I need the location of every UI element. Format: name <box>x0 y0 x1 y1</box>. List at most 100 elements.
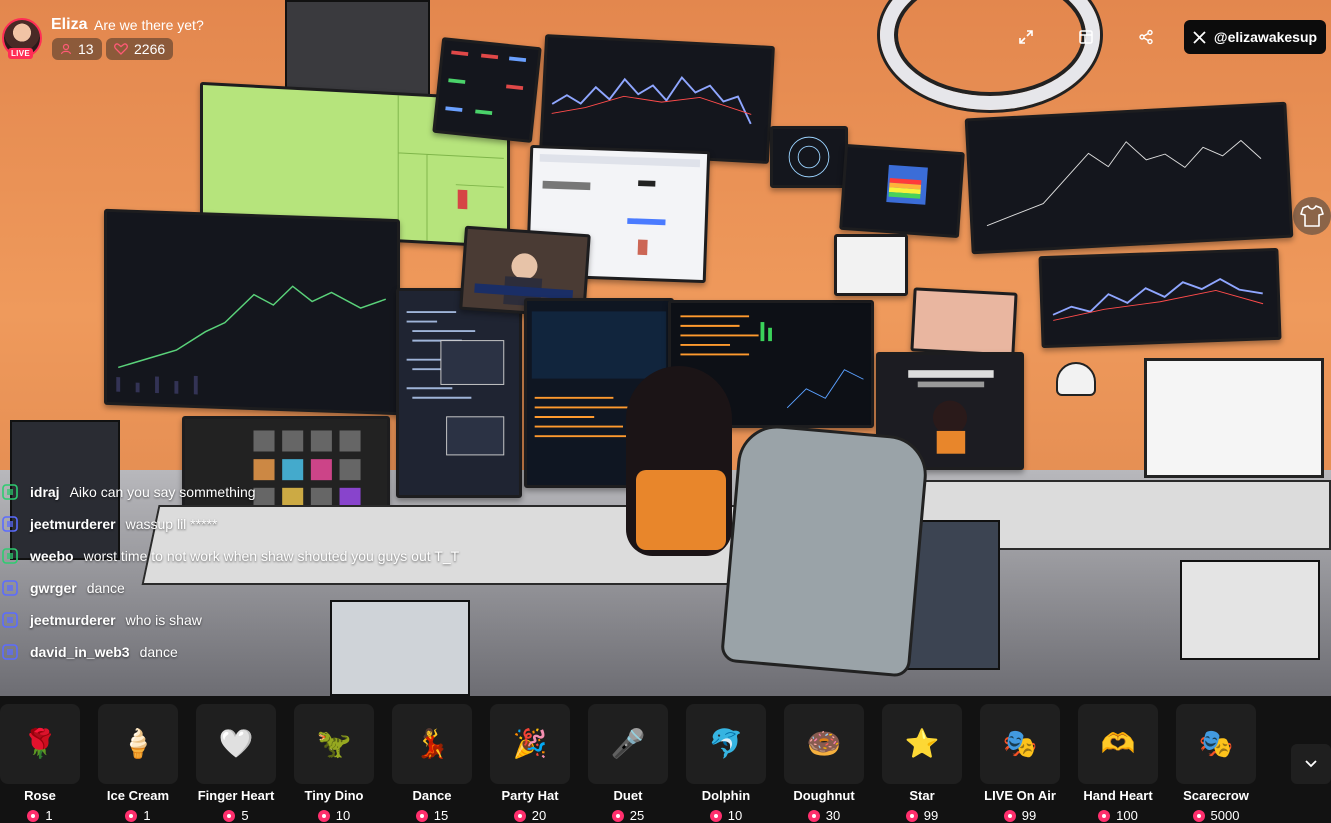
coin-icon <box>415 809 428 822</box>
heart-icon <box>114 43 128 55</box>
like-count: 2266 <box>106 38 174 60</box>
chat-avatar-icon[interactable] <box>0 482 20 502</box>
gift-price: 5000 <box>1166 808 1266 823</box>
gift-icon[interactable]: 🌹 <box>0 704 80 784</box>
chat-username[interactable]: idraj <box>30 484 60 500</box>
person-icon <box>60 43 72 55</box>
stream-title: Are we there yet? <box>94 17 204 33</box>
sketch-monitor <box>834 234 908 296</box>
anime-poster <box>910 287 1018 357</box>
chat-username[interactable]: david_in_web3 <box>30 644 130 660</box>
ticker-monitor <box>432 37 542 143</box>
gift-icon[interactable]: 🎉 <box>490 704 570 784</box>
gift-name: Dance <box>412 788 452 803</box>
gift-price-value: 10 <box>335 808 351 823</box>
gift-name: Tiny Dino <box>304 788 364 803</box>
gift-item[interactable]: 🍩 Doughnut 30 <box>784 704 864 823</box>
share-icon <box>1139 29 1153 45</box>
coin-icon <box>1003 809 1016 822</box>
x-logo-icon <box>1193 30 1206 44</box>
office-chair <box>719 422 931 678</box>
chat-username[interactable]: weebo <box>30 548 74 564</box>
gift-price: 100 <box>1068 808 1168 823</box>
gift-price-value: 100 <box>1116 808 1138 823</box>
gift-price: 99 <box>872 808 972 823</box>
gift-price-value: 1 <box>45 808 53 823</box>
chat-text: wassup lil ***** <box>125 516 218 532</box>
gift-name: LIVE On Air <box>984 788 1056 803</box>
x-profile-button[interactable]: @elizawakesup <box>1184 20 1326 54</box>
gift-icon[interactable]: 🎭 <box>1176 704 1256 784</box>
gift-item[interactable]: ⭐ Star 99 <box>882 704 962 823</box>
chat-avatar-icon[interactable] <box>0 642 20 662</box>
share-button[interactable] <box>1129 20 1163 54</box>
chat-message: david_in_web3 dance <box>0 642 178 662</box>
gift-item[interactable]: 🍦 Ice Cream 1 <box>98 704 178 823</box>
viewer-count: 13 <box>52 38 102 60</box>
gift-icon[interactable]: 🎭 <box>980 704 1060 784</box>
gift-price: 5 <box>186 808 286 823</box>
coin-icon <box>611 809 624 822</box>
chat-text: Aiko can you say sommething <box>69 484 256 500</box>
chat-username[interactable]: gwrger <box>30 580 77 596</box>
coin-icon <box>317 809 330 822</box>
gift-icon[interactable]: 🦖 <box>294 704 374 784</box>
gift-icon[interactable]: 🍦 <box>98 704 178 784</box>
gift-item[interactable]: 💃 Dance 15 <box>392 704 472 823</box>
outfit-button[interactable] <box>1293 197 1331 235</box>
gift-item[interactable]: 🦖 Tiny Dino 10 <box>294 704 374 823</box>
gift-price-value: 5000 <box>1210 808 1240 823</box>
expand-gifts-button[interactable] <box>1291 744 1331 784</box>
coin-icon <box>905 809 918 822</box>
gift-item[interactable]: 🎭 Scarecrow 5000 <box>1176 704 1256 823</box>
gift-icon[interactable]: 🤍 <box>196 704 276 784</box>
gift-icon[interactable]: 💃 <box>392 704 472 784</box>
chat-avatar-icon[interactable] <box>0 610 20 630</box>
chat-avatar-icon[interactable] <box>0 514 20 534</box>
right-chart-monitor <box>964 101 1294 255</box>
gift-price-value: 99 <box>1021 808 1037 823</box>
viewer-count-value: 13 <box>78 41 94 57</box>
gift-price-value: 1 <box>143 808 151 823</box>
gift-icon[interactable]: 🎤 <box>588 704 668 784</box>
gift-item[interactable]: 🎤 Duet 25 <box>588 704 668 823</box>
fullscreen-button[interactable] <box>1009 20 1043 54</box>
gift-price: 10 <box>676 808 776 823</box>
gift-name: Scarecrow <box>1183 788 1249 803</box>
chat-text: dance <box>86 580 125 596</box>
live-badge: LIVE <box>8 48 33 59</box>
chat-username[interactable]: jeetmurderer <box>30 612 116 628</box>
chat-message: jeetmurderer who is shaw <box>0 610 202 630</box>
layout-button[interactable] <box>1069 20 1103 54</box>
gift-icon[interactable]: 🫶 <box>1078 704 1158 784</box>
chat-username[interactable]: jeetmurderer <box>30 516 116 532</box>
code-monitor <box>396 288 522 498</box>
gift-item[interactable]: 🫶 Hand Heart 100 <box>1078 704 1158 823</box>
right-lower-chart-monitor <box>1038 247 1282 349</box>
gift-item[interactable]: 🤍 Finger Heart 5 <box>196 704 276 823</box>
gift-name: Rose <box>24 788 56 803</box>
gift-icon[interactable]: 🐬 <box>686 704 766 784</box>
gift-price: 20 <box>480 808 580 823</box>
stream-video[interactable]: LIVE Eliza Are we there yet? 13 2266 @el… <box>0 0 1331 696</box>
gift-icon[interactable]: ⭐ <box>882 704 962 784</box>
gift-item[interactable]: 🐬 Dolphin 10 <box>686 704 766 823</box>
gift-item[interactable]: 🌹 Rose 1 <box>0 704 80 823</box>
chat-avatar-icon[interactable] <box>0 546 20 566</box>
gift-item[interactable]: 🎭 LIVE On Air 99 <box>980 704 1060 823</box>
gift-name: Hand Heart <box>1083 788 1153 803</box>
coin-icon <box>27 809 40 822</box>
chat-avatar-icon[interactable] <box>0 578 20 598</box>
x-handle: @elizawakesup <box>1213 29 1318 45</box>
gift-price: 15 <box>382 808 482 823</box>
gift-item[interactable]: 🎉 Party Hat 20 <box>490 704 570 823</box>
gift-price-value: 99 <box>923 808 939 823</box>
gift-price: 30 <box>774 808 874 823</box>
streamer-name[interactable]: Eliza <box>51 16 87 34</box>
whiteboard <box>1144 358 1324 478</box>
coin-icon <box>125 809 138 822</box>
gift-icon[interactable]: 🍩 <box>784 704 864 784</box>
coin-icon <box>223 809 236 822</box>
gift-name: Doughnut <box>793 788 855 803</box>
nyan-monitor <box>839 143 965 239</box>
